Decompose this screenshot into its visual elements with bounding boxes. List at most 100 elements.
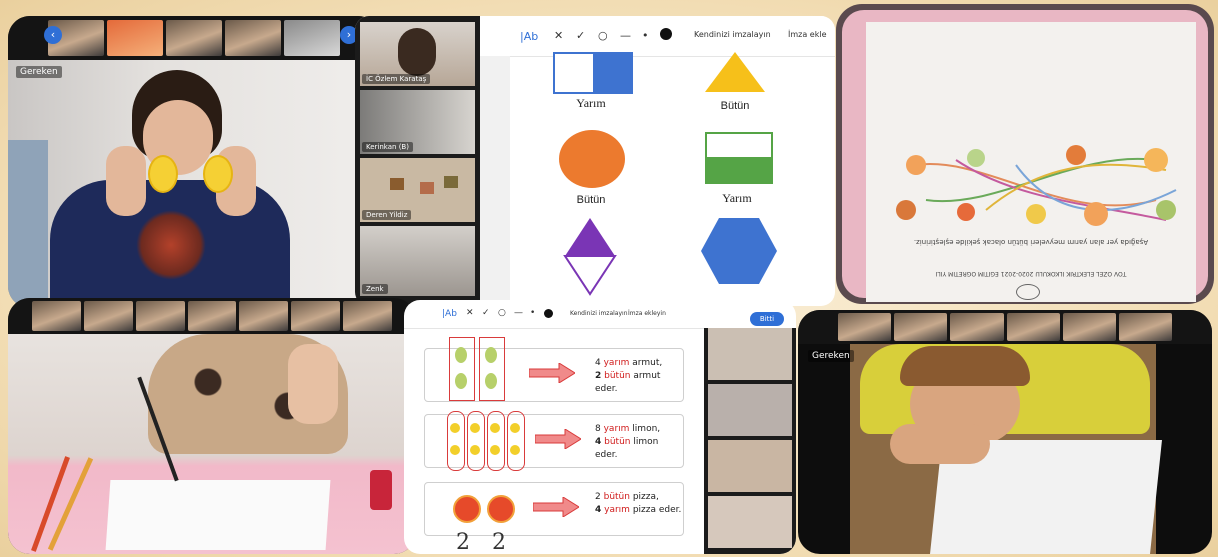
add-signature-button[interactable]: İmza ekleyin [628,310,666,317]
check-tool-icon[interactable]: ✓ [576,29,585,42]
row-text: 4 yarım armut, 2 bütün armut eder. [595,358,663,394]
pencil [47,457,94,551]
circle-tool-icon[interactable]: ○ [498,308,506,318]
text-tool-icon[interactable]: |Ab [520,30,538,43]
row-text: 2 bütün pizza, 4 yarım pizza eder. [595,492,682,515]
draw-signature-button[interactable]: Kendinizi imzalayın [570,310,628,317]
circle-shape [559,130,625,188]
participant-tile[interactable]: Kerinkan (B) [360,90,475,154]
pear-half-icon [485,373,497,389]
participant-thumb[interactable] [83,301,133,331]
video-tile-boy-lemons: ‹ › Gereken [8,16,380,308]
color-picker-icon[interactable] [544,309,553,318]
line-tool-icon[interactable]: — [620,29,631,42]
arrow-icon [533,497,579,517]
group-box [467,411,485,471]
participant-name: Kerinkan (B) [362,142,413,152]
participant-thumb[interactable] [950,313,1004,341]
participant-strip [8,298,416,334]
participant-tile[interactable] [708,496,792,548]
arrow-icon [529,363,575,383]
draw-signature-button[interactable]: Kendinizi imzalayın [694,30,771,39]
check-tool-icon[interactable]: ✓ [482,308,490,318]
participant-thumb[interactable] [239,301,289,331]
pizza-icon [453,495,481,523]
pear-half-icon [455,373,467,389]
cross-tool-icon[interactable]: ✕ [466,308,474,318]
group-box [507,411,525,471]
triangle-shape [705,52,765,92]
participant-thumb[interactable] [1006,313,1060,341]
fraction-row: 8 yarım limon, 4 bütün limon eder. [424,411,684,471]
fraction-row: 4 yarım armut, 2 bütün armut eder. [424,337,684,402]
half-diamond-shape [563,218,617,296]
add-signature-button[interactable]: İmza ekle [788,30,827,39]
participant-thumb[interactable] [291,301,341,331]
hand [890,424,990,464]
self-view-label: Gereken [808,350,854,362]
shape-label: Yarım [576,96,606,110]
participant-name: İC Özlem Karataş [362,74,431,84]
participant-thumb[interactable] [1062,313,1116,341]
school-logo-icon [1016,284,1040,300]
circle-tool-icon[interactable]: ○ [598,29,608,42]
video-frame [8,334,416,554]
participant-tile[interactable]: Deren Yildiz [360,158,475,222]
color-picker-icon[interactable] [660,28,672,40]
prev-icon[interactable]: ‹ [44,26,62,44]
participant-name: Zenk [362,284,388,294]
participant-thumb[interactable] [166,20,222,56]
arrow-icon [535,429,581,449]
drawing-paper [105,480,331,550]
participant-tile[interactable]: Zenk [360,226,475,296]
participant-thumb[interactable] [225,20,281,56]
participant-thumb[interactable] [135,301,185,331]
participant-thumb[interactable] [284,20,340,56]
worksheet-header: TOV ÖZEL ELEKTRİK İLKOKULU 2020-2021 EĞİ… [935,270,1127,277]
video-tile-boy-writing: Gereken [798,310,1212,554]
lemon-half-icon [148,155,178,193]
dot-tool-icon[interactable]: • [530,308,535,318]
dot-tool-icon[interactable]: • [642,29,649,42]
participant-thumb[interactable] [32,301,81,331]
line-tool-icon[interactable]: — [514,308,523,318]
participant-thumb[interactable] [1118,313,1173,341]
participant-strip [798,310,1212,344]
worksheet-instruction: Aşağıda yer alan yarım meyveleri bütün o… [913,238,1149,246]
video-tile-fractions-worksheet: |Ab ✕ ✓ ○ — • Kendinizi imzalayın İmza e… [404,300,796,554]
shape-label: Yarım [722,191,752,205]
shape-label: Bütün [576,194,606,206]
self-view-label: Gereken [16,66,62,78]
participant-tile[interactable]: İC Özlem Karataş [360,22,475,86]
half-square-shape [553,52,633,94]
worksheet-paper: Aşağıda yer alan yarım meyveleri bütün o… [866,22,1196,302]
matching-lines [896,145,1177,226]
cross-tool-icon[interactable]: ✕ [554,29,563,42]
participant-thumb[interactable] [107,20,163,56]
shape-label: Bütün [720,100,750,112]
eagle-print [136,210,206,280]
participant-tile[interactable] [708,440,792,492]
participant-thumb[interactable] [838,313,892,341]
marker [370,470,392,510]
done-button[interactable]: Bitti [750,312,784,326]
text-tool-icon[interactable]: |Ab [442,309,457,319]
page-margin [480,56,510,306]
video-tile-girl-drawing [8,298,416,554]
window [8,140,48,308]
participant-strip [8,16,380,60]
group-box [487,411,505,471]
annotation-toolbar: |Ab ✕ ✓ ○ — • Kendinizi imzalayın İmza e… [404,300,704,329]
participant-tile[interactable] [708,384,792,436]
pizza-icon [487,495,515,523]
pear-half-icon [485,347,497,363]
participant-thumb[interactable] [894,313,948,341]
annotation-toolbar: |Ab ✕ ✓ ○ — • Kendinizi imzalayın İmza e… [480,16,835,57]
participant-thumb[interactable] [343,301,393,331]
half-rectangle-shape [705,132,773,184]
video-frame [850,344,1162,554]
participant-name: Deren Yildiz [362,210,412,220]
participant-thumb[interactable] [187,301,237,331]
participant-tile[interactable] [708,328,792,380]
video-frame [8,60,380,308]
